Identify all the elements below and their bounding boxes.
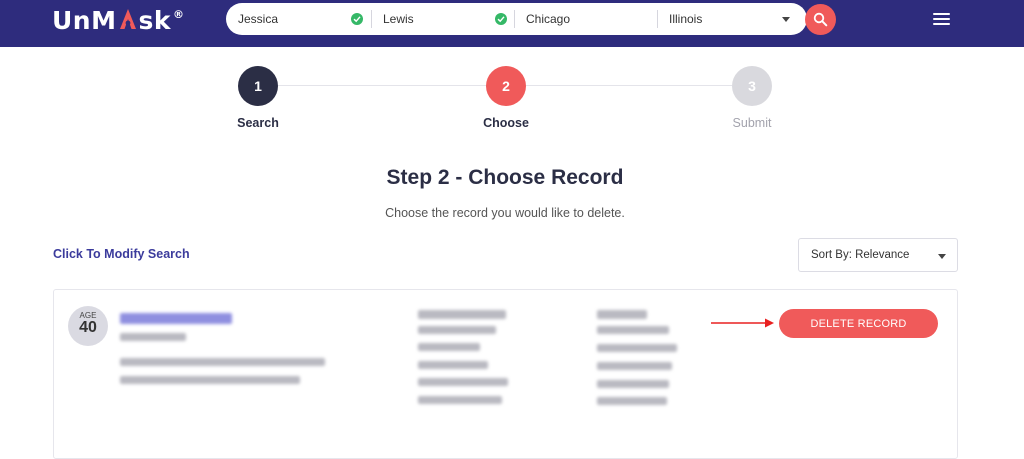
modify-search-link[interactable]: Click To Modify Search xyxy=(53,247,190,261)
redacted-record-relatives xyxy=(120,358,325,366)
sort-select[interactable]: Sort By: Relevance xyxy=(798,238,958,272)
redacted-phone-line xyxy=(597,397,667,405)
first-name-valid-check-icon xyxy=(351,13,363,25)
search-button[interactable] xyxy=(805,4,836,35)
redacted-record-relatives xyxy=(120,376,300,384)
redacted-phone-line xyxy=(597,380,669,388)
search-icon xyxy=(813,12,828,27)
sort-select-value: Sort By: Relevance xyxy=(811,249,910,261)
delete-record-button[interactable]: DELETE RECORD xyxy=(779,309,938,338)
state-value: Illinois xyxy=(669,12,703,26)
redacted-phone-line xyxy=(597,326,669,334)
redacted-phone-line xyxy=(597,344,677,352)
page-title: Step 2 - Choose Record xyxy=(386,166,624,189)
city-input[interactable]: Chicago xyxy=(514,3,657,35)
age-value: 40 xyxy=(79,319,97,336)
step-3-label: Submit xyxy=(732,116,772,130)
redacted-phone-heading xyxy=(597,310,647,319)
redacted-address-line xyxy=(418,361,488,369)
unmask-logo[interactable]: Un M sk ® xyxy=(52,6,185,36)
first-name-value: Jessica xyxy=(238,12,279,26)
redacted-address-heading xyxy=(418,310,506,319)
page-subtitle: Choose the record you would like to dele… xyxy=(385,206,625,220)
logo-m-letter: M xyxy=(91,6,117,35)
red-arrow-right-icon xyxy=(711,318,774,328)
city-value: Chicago xyxy=(526,12,571,26)
header-search-bar: Jessica Lewis Chicago Illinois xyxy=(226,3,807,35)
logo-suffix: sk xyxy=(138,6,172,35)
stepper-connector xyxy=(526,85,732,86)
first-name-input[interactable]: Jessica xyxy=(226,3,371,35)
redacted-address-line xyxy=(418,326,496,334)
hamburger-menu-icon[interactable] xyxy=(933,13,950,26)
logo-prefix: Un xyxy=(52,6,92,35)
registered-mark: ® xyxy=(173,8,185,21)
redacted-record-location xyxy=(120,333,186,341)
step-2-circle: 2 xyxy=(486,66,526,106)
state-chevron-down-icon xyxy=(782,17,790,22)
redacted-record-name xyxy=(120,313,232,324)
last-name-valid-check-icon xyxy=(495,13,507,25)
redacted-phone-line xyxy=(597,362,672,370)
top-navigation-bar: Un M sk ® Jessica Lewis Chicago Illinois xyxy=(0,0,1024,47)
redacted-address-line xyxy=(418,396,502,404)
last-name-input[interactable]: Lewis xyxy=(371,3,514,35)
step-3-circle: 3 xyxy=(732,66,772,106)
step-2-label: Choose xyxy=(483,116,529,130)
sort-chevron-down-icon xyxy=(938,254,946,259)
last-name-value: Lewis xyxy=(383,12,414,26)
logo-mask-icon xyxy=(118,6,138,32)
step-1-label: Search xyxy=(237,116,279,130)
state-select[interactable]: Illinois xyxy=(657,3,802,35)
step-1-circle: 1 xyxy=(238,66,278,106)
redacted-address-line xyxy=(418,378,508,386)
age-badge: AGE 40 xyxy=(68,306,108,346)
stepper-connector xyxy=(278,85,486,86)
redacted-address-line xyxy=(418,343,480,351)
